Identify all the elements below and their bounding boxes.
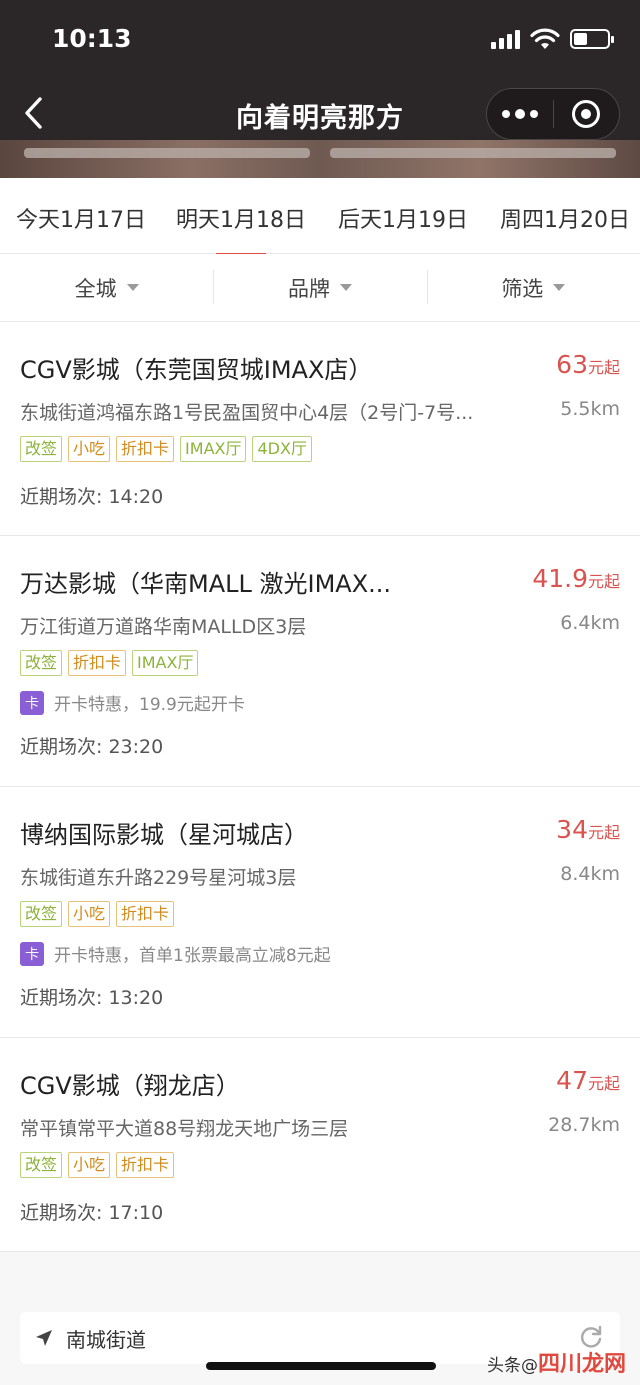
tab-date-3[interactable]: 周四1月20日 xyxy=(500,202,630,234)
tag-imax: IMAX厅 xyxy=(132,650,199,676)
location-arrow-icon xyxy=(36,1330,52,1346)
header: 10:13 向着明亮那方 xyxy=(0,0,640,178)
filter-city-label: 全城 xyxy=(74,276,117,301)
cinema-tags: 改签 小吃 折扣卡 xyxy=(20,1152,175,1178)
tag-reschedule: 改签 xyxy=(20,436,63,462)
watermark: 头条@四川龙网 xyxy=(486,1352,626,1377)
cinema-price: 41.9元起 xyxy=(532,564,620,593)
tag-reschedule: 改签 xyxy=(20,901,63,927)
close-target-icon xyxy=(572,100,601,128)
tag-reschedule: 改签 xyxy=(20,650,63,676)
cinema-list: CGV影城（东莞国贸城IMAX店） 63元起 东城街道鸿福东路1号民盈国贸中心4… xyxy=(0,322,640,1252)
filter-brand-label: 品牌 xyxy=(287,276,330,301)
tag-snack: 小吃 xyxy=(68,901,111,927)
cinema-session: 近期场次: 17:10 xyxy=(20,1202,164,1224)
cinema-price: 34元起 xyxy=(556,815,620,844)
tag-discount-card: 折扣卡 xyxy=(116,436,175,462)
filter-screen-label: 筛选 xyxy=(501,276,544,301)
tag-snack: 小吃 xyxy=(68,1152,111,1178)
tag-reschedule: 改签 xyxy=(20,1152,63,1178)
cinema-tags: 改签 折扣卡 IMAX厅 xyxy=(20,650,199,676)
cinema-name: 博纳国际影城（星河城店） xyxy=(20,821,308,849)
tag-discount-card: 折扣卡 xyxy=(68,650,127,676)
tab-date-2[interactable]: 后天1月19日 xyxy=(338,202,468,234)
tab-date-0[interactable]: 今天1月17日 xyxy=(16,202,146,234)
banner-strip xyxy=(0,140,640,178)
cinema-address: 东城街道鸿福东路1号民盈国贸中心4层（2号门-7号... xyxy=(20,402,474,424)
card-promo: 卡 开卡特惠，首单1张票最高立减8元起 xyxy=(20,941,331,966)
caret-down-icon xyxy=(553,284,566,291)
mini-program-capsule xyxy=(486,88,620,140)
home-indicator xyxy=(206,1362,436,1370)
cinema-distance: 6.4km xyxy=(560,612,620,634)
member-card-icon: 卡 xyxy=(20,690,44,715)
cinema-address: 常平镇常平大道88号翔龙天地广场三层 xyxy=(20,1118,349,1140)
promo-text: 开卡特惠，19.9元起开卡 xyxy=(54,695,245,715)
tag-4dx: 4DX厅 xyxy=(252,436,312,462)
cinema-distance: 8.4km xyxy=(560,863,620,885)
caret-down-icon xyxy=(126,284,139,291)
cinema-name: CGV影城（翔龙店） xyxy=(20,1072,240,1100)
cinema-distance: 28.7km xyxy=(548,1114,620,1136)
cinema-item[interactable]: 万达影城（华南MALL 激光IMAX... 41.9元起 万江街道万道路华南MA… xyxy=(0,536,640,787)
filter-city[interactable]: 全城 xyxy=(0,254,213,321)
cinema-address: 万江街道万道路华南MALLD区3层 xyxy=(20,616,307,638)
signal-icon xyxy=(491,29,520,49)
current-location-text: 南城街道 xyxy=(66,1327,146,1352)
filter-screen[interactable]: 筛选 xyxy=(426,254,640,321)
date-tabs: 今天1月17日 明天1月18日 后天1月19日 周四1月20日 xyxy=(0,178,640,256)
cinema-item[interactable]: CGV影城（翔龙店） 47元起 常平镇常平大道88号翔龙天地广场三层 28.7k… xyxy=(0,1038,640,1252)
member-card-icon: 卡 xyxy=(20,941,44,966)
tag-discount-card: 折扣卡 xyxy=(116,1152,175,1178)
close-mini-program-button[interactable] xyxy=(554,89,619,139)
promo-text: 开卡特惠，首单1张票最高立减8元起 xyxy=(54,946,331,966)
cinema-session: 近期场次: 13:20 xyxy=(20,987,164,1009)
cinema-tags: 改签 小吃 折扣卡 IMAX厅 4DX厅 xyxy=(20,436,312,462)
tag-snack: 小吃 xyxy=(68,436,111,462)
cinema-name: CGV影城（东莞国贸城IMAX店） xyxy=(20,356,373,384)
cinema-session: 近期场次: 14:20 xyxy=(20,486,164,508)
wifi-icon xyxy=(530,28,560,49)
tag-imax: IMAX厅 xyxy=(180,436,247,462)
battery-icon xyxy=(570,29,614,49)
more-menu-button[interactable] xyxy=(487,89,553,139)
filter-bar: 全城 品牌 筛选 xyxy=(0,254,640,322)
cinema-item[interactable]: CGV影城（东莞国贸城IMAX店） 63元起 东城街道鸿福东路1号民盈国贸中心4… xyxy=(0,322,640,536)
cinema-address: 东城街道东升路229号星河城3层 xyxy=(20,867,297,889)
cinema-name: 万达影城（华南MALL 激光IMAX... xyxy=(20,570,392,598)
cinema-item[interactable]: 博纳国际影城（星河城店） 34元起 东城街道东升路229号星河城3层 8.4km… xyxy=(0,787,640,1038)
caret-down-icon xyxy=(339,284,352,291)
status-time: 10:13 xyxy=(52,24,132,53)
cinema-price: 47元起 xyxy=(556,1066,620,1095)
card-promo: 卡 开卡特惠，19.9元起开卡 xyxy=(20,690,245,715)
tab-date-1[interactable]: 明天1月18日 xyxy=(176,202,306,256)
cinema-price: 63元起 xyxy=(556,350,620,379)
cinema-tags: 改签 小吃 折扣卡 xyxy=(20,901,175,927)
cinema-distance: 5.5km xyxy=(560,398,620,420)
status-icons xyxy=(491,28,614,50)
tag-discount-card: 折扣卡 xyxy=(116,901,175,927)
filter-brand[interactable]: 品牌 xyxy=(213,254,426,321)
cinema-session: 近期场次: 23:20 xyxy=(20,736,164,758)
